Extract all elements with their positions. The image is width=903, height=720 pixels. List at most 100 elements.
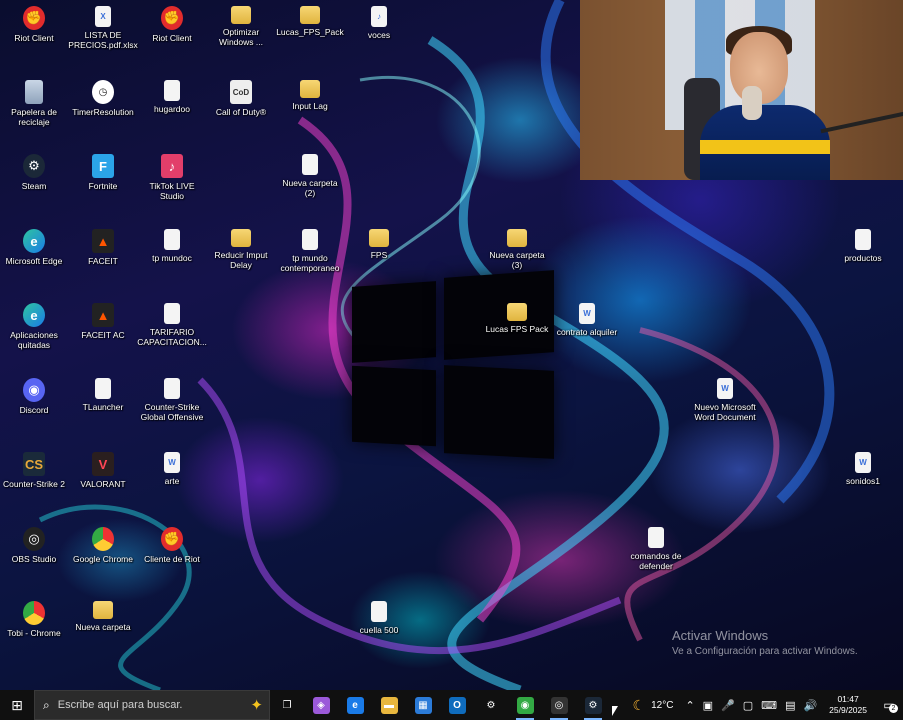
desktop-icon[interactable]: CS Counter-Strike 2 [0,452,68,489]
desktop-icon[interactable]: ✊ Cliente de Riot [138,527,206,564]
start-button[interactable]: ⊞ [0,690,34,720]
desktop-icon[interactable]: hugardoo [138,80,206,114]
desktop-icon-label: Fortnite [88,181,118,191]
activate-subtitle: Ve a Configuración para activar Windows. [672,646,858,657]
taskbar-task-view-button[interactable]: ❐ [270,690,304,720]
weather-widget[interactable]: ☾ 12°C [633,697,674,714]
desktop-icon[interactable]: X LISTA DE PRECIOS.pdf.xlsx [68,6,138,50]
desktop-icon-image [648,527,664,548]
desktop-icon[interactable]: ✊ Riot Client [0,6,68,43]
desktop-icon[interactable]: Wcontrato alquiler [553,303,621,337]
desktop-icon[interactable]: V VALORANT [69,452,137,489]
search-highlight-icon: ✦ [250,697,263,714]
desktop-icon[interactable]: W Nuevo Microsoft Word Document [691,378,759,422]
desktop-icon-label: Riot Client [152,33,192,43]
desktop-icon[interactable]: tp mundoc [138,229,206,263]
desktop-icon[interactable]: cuella 500 [345,601,413,635]
desktop-icon[interactable]: Nueva carpeta [69,601,137,632]
desktop-icon-image: ♪ [161,154,183,178]
windows-logo [352,270,554,460]
desktop-icon[interactable]: ⚙ Steam [0,154,68,191]
desktop-icon[interactable]: e Microsoft Edge [0,229,68,266]
desktop-icon[interactable]: FPS [345,229,413,260]
desktop-icon[interactable]: Nueva carpeta (2) [276,154,344,198]
settings-icon: ⚙ [486,699,496,711]
file-explorer-icon: ▬ [380,696,398,714]
desktop-icon[interactable]: ◉ Discord [0,378,68,415]
desktop-icon[interactable]: productos [829,229,897,263]
desktop-icon-label: productos [844,253,882,263]
desktop-icon-label: Nuevo Microsoft Word Document [694,402,756,422]
desktop-icon[interactable]: Google Chrome [69,527,137,564]
clock[interactable]: 01:47 25/9/2025 [821,694,875,716]
desktop-icon[interactable]: CoD Call of Duty® [207,80,275,117]
obs-icon: ◎ [550,696,568,714]
volume-icon[interactable]: 🔊 [799,699,821,712]
desktop-icon-label: TLauncher [82,402,124,412]
desktop-icon[interactable]: e Aplicaciones quitadas [0,303,68,350]
desktop-icon-image [300,6,320,24]
desktop-icon-image: CS [23,452,45,476]
desktop-icon[interactable]: ▲ FACEIT [69,229,137,266]
network-icon[interactable]: ▤ [781,699,799,712]
desktop-icon-image [507,229,527,247]
keyboard-icon[interactable]: ⌨ [757,699,781,712]
desktop-icon-label: Nueva carpeta (2) [282,178,338,198]
desktop-icon[interactable]: Wsonidos1 [829,452,897,486]
tray-app-icon[interactable]: ▣ [699,699,717,712]
desktop-icon-image [302,229,318,250]
desktop-icon-image: ▲ [92,303,114,327]
desktop-icon-image [302,154,318,175]
desktop-icon-label: contrato alquiler [556,327,618,337]
edge-icon: e [346,696,364,714]
clock-date: 25/9/2025 [829,705,867,715]
desktop-icon[interactable]: F Fortnite [69,154,137,191]
tray-window-icon[interactable]: ▢ [739,699,757,712]
taskbar-microsoft-store-button[interactable]: ▦ [406,690,440,720]
desktop-icon-image: F [92,154,114,178]
desktop-icon-image [164,378,180,399]
desktop-icon[interactable]: tp mundo contemporaneo [276,229,344,273]
desktop-icon[interactable]: Lucas FPS Pack [483,303,551,334]
desktop-icon[interactable]: ♪ voces [345,6,413,40]
desktop-icon[interactable]: TLauncher [69,378,137,412]
taskbar-outlook-button[interactable]: O [440,690,474,720]
desktop-icon[interactable]: Tobi - Chrome [0,601,68,638]
search-box[interactable]: ⌕ Escribe aquí para buscar. ✦ [34,690,270,720]
desktop-icon[interactable]: Reducir Imput Delay [207,229,275,270]
desktop-icon[interactable]: Papelera de reciclaje [0,80,68,127]
taskbar-chrome-button[interactable]: ◉ [508,690,542,720]
desktop-icon[interactable]: ▲ FACEIT AC [69,303,137,340]
taskbar-steam-button[interactable]: ⚙ [576,690,610,720]
desktop-icon[interactable]: Optimizar Windows ... [207,6,275,47]
desktop-icon[interactable]: ◷ TimerResolution [69,80,137,117]
desktop-icon-image [164,303,180,324]
desktop-icon-image: ✊ [23,6,45,30]
desktop-icon-image [23,601,45,625]
taskbar-copilot-button[interactable]: ◈ [304,690,338,720]
desktop-icon-label: Optimizar Windows ... [219,27,263,47]
show-hidden-icons[interactable]: ⌃ [681,699,698,712]
desktop-icon[interactable]: Nueva carpeta (3) [483,229,551,270]
desktop-icon-image: CoD [230,80,252,104]
notification-center-button[interactable]: ▭ 2 [875,690,903,720]
desktop-icon-label: hugardoo [154,104,190,114]
desktop-icon[interactable]: Counter-Strike Global Offensive [138,378,206,422]
desktop-icon[interactable]: Lucas_FPS_Pack [276,6,344,37]
desktop-icon[interactable]: comandos de defender [622,527,690,571]
taskbar-settings-button[interactable]: ⚙ [474,690,508,720]
taskbar-obs-button[interactable]: ◎ [542,690,576,720]
taskbar-file-explorer-button[interactable]: ▬ [372,690,406,720]
desktop-icon[interactable]: ◎ OBS Studio [0,527,68,564]
desktop-icon[interactable]: Input Lag [276,80,344,111]
desktop-icon-image: ▲ [92,229,114,253]
desktop-icon[interactable]: ♪ TikTok LIVE Studio [138,154,206,201]
desktop-icon[interactable]: Warte [138,452,206,486]
microphone-icon[interactable]: 🎤 [717,699,739,712]
desktop-icon[interactable]: ✊ Riot Client [138,6,206,43]
desktop-icon[interactable]: TARIFARIO CAPACITACION... [137,303,207,347]
desktop-icon-label: Lucas FPS Pack [485,324,549,334]
desktop-icon-image: ◉ [23,378,45,402]
taskbar-edge-button[interactable]: e [338,690,372,720]
desktop-icon-label: Counter-Strike Global Offensive [140,402,204,422]
